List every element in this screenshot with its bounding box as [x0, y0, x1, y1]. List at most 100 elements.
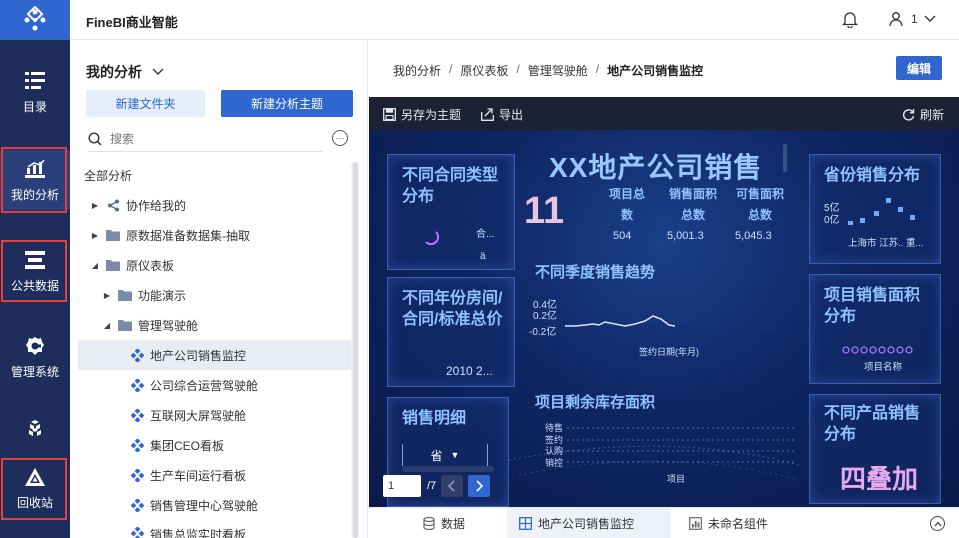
tree-item-label: 销售管理中心驾驶舱: [150, 498, 259, 513]
table-header-province[interactable]: 省 ▼: [402, 444, 488, 466]
breadcrumb-separator: /: [595, 62, 600, 76]
overlay-text: 四叠加: [840, 464, 919, 494]
save-as-subject-button[interactable]: 另存为主题: [383, 106, 461, 123]
axis-years: 2010 2...: [446, 364, 493, 378]
tree-item[interactable]: ▶ 协作给我的: [78, 190, 351, 220]
database-icon: [423, 517, 435, 530]
x-tick-labels: 上海市 江苏.. 重...: [848, 238, 924, 249]
nav-item-cube[interactable]: [0, 402, 70, 462]
kpi-big-number: 11: [524, 190, 565, 232]
tree-item[interactable]: 公司综合运营驾驶舱: [78, 370, 351, 400]
tree-item-label: 销售总监实时看板: [150, 528, 247, 538]
nav-label: 目录: [22, 99, 47, 114]
widget-project-area[interactable]: 项目销售面积分布 项目名称: [809, 274, 941, 384]
page-total: /7: [427, 480, 437, 492]
chart-icon: [689, 517, 702, 530]
dashboard-diamond-icon: [130, 526, 144, 538]
export-button[interactable]: 导出: [481, 106, 523, 123]
widget-contract-type[interactable]: 不同合同类型分布 合... ä: [387, 154, 515, 270]
page-navigator: 1 /7: [383, 475, 491, 497]
new-subject-button[interactable]: 新建分析主题: [221, 90, 353, 117]
tree-root[interactable]: 全部分析: [84, 167, 132, 184]
widget-province[interactable]: 省份销售分布 5亿 0亿 上海市 江苏.. 重...: [809, 154, 941, 264]
tree-item[interactable]: ▶ 原数据准备数据集-抽取: [78, 220, 351, 250]
bell-icon[interactable]: [841, 11, 859, 31]
analysis-tree: ▶ 协作给我的 ▶ 原数据准备数据集-抽取 ◢ 原仪表板 ▶ 功能演示 ◢ 管理…: [78, 190, 351, 538]
tree-item-label: 集团CEO看板: [150, 438, 225, 453]
tree-item-selected[interactable]: 地产公司销售监控: [78, 340, 351, 370]
user-menu[interactable]: 1: [888, 11, 936, 27]
export-icon: [481, 108, 494, 121]
tree-item[interactable]: 生产车间运行看板: [78, 460, 351, 490]
tree-item-label: 原数据准备数据集-抽取: [126, 228, 250, 243]
search-icon: [88, 131, 102, 146]
widget-scrollbar[interactable]: [402, 466, 494, 472]
cube-icon: [24, 418, 46, 440]
more-options-icon[interactable]: ···: [332, 130, 348, 146]
widget-title: 销售明细: [402, 410, 467, 427]
kpi-value: 5,001.3: [667, 230, 704, 242]
next-page-button[interactable]: [468, 475, 491, 497]
refresh-button[interactable]: 刷新: [902, 106, 944, 123]
widget-title: 项目销售面积分布: [824, 287, 921, 325]
breadcrumb-bar: 我的分析 / 原仪表板 / 管理驾驶舱 / 地产公司销售监控 编辑: [369, 40, 959, 97]
tab-data[interactable]: 数据: [415, 508, 473, 538]
nav-item-catalog[interactable]: 目录: [0, 62, 70, 122]
tab-dashboard[interactable]: 地产公司销售监控: [507, 508, 671, 538]
folder-icon: [118, 318, 132, 332]
widget-title: 不同季度销售趋势: [535, 264, 656, 281]
caret-down-icon[interactable]: ◢: [90, 261, 100, 270]
panel-title-label: 我的分析: [86, 64, 142, 80]
dashboard-canvas: 不同合同类型分布 合... ä 不同年份房间/合同/标准总价 2010 2...…: [369, 130, 959, 507]
dashboard-diamond-icon: [130, 498, 144, 512]
tree-item[interactable]: ◢ 管理驾驶舱: [78, 310, 351, 340]
caret-right-icon[interactable]: ▶: [90, 201, 100, 210]
collapse-up-icon[interactable]: [930, 516, 945, 531]
caret-right-icon[interactable]: ▶: [90, 231, 100, 240]
tree-item[interactable]: 销售管理中心驾驶舱: [78, 490, 351, 520]
save-icon: [383, 108, 396, 121]
prev-page-button[interactable]: [441, 475, 464, 497]
dashboard-diamond-icon: [130, 468, 144, 482]
y-tick-label: 0亿: [824, 215, 840, 226]
x-axis-label: 项目: [667, 474, 686, 484]
x-axis-label: 项目名称: [864, 362, 903, 373]
directory-panel: 我的分析 新建文件夹 新建分析主题 ··· 全部分析 ▶ 协作给我的 ▶ 原数据…: [70, 40, 368, 538]
breadcrumb-item[interactable]: 管理驾驶舱: [528, 62, 588, 79]
save-as-label: 另存为主题: [401, 108, 462, 122]
search-input[interactable]: [110, 131, 300, 146]
tree-item[interactable]: ▶ 功能演示: [78, 280, 351, 310]
logo[interactable]: [0, 0, 70, 40]
widget-title: 不同年份房间/合同/标准总价: [402, 290, 503, 328]
folder-icon: [106, 258, 120, 272]
tab-label: 地产公司销售监控: [538, 517, 635, 531]
tree-scrollbar-thumb[interactable]: [353, 162, 358, 538]
title-scrollbar[interactable]: [783, 144, 787, 172]
caret-down-icon[interactable]: ◢: [102, 321, 112, 330]
tree-item-label: 公司综合运营驾驶舱: [150, 378, 259, 393]
page-input[interactable]: 1: [383, 475, 421, 497]
dashboard-diamond-icon: [130, 378, 144, 392]
panel-title[interactable]: 我的分析: [86, 62, 164, 82]
dashboard-diamond-icon: [130, 348, 144, 362]
widget-product[interactable]: 不同产品销售分布 四叠加: [809, 394, 941, 504]
highlight-box-public-data: [1, 240, 67, 302]
new-folder-button[interactable]: 新建文件夹: [86, 90, 205, 117]
tree-item[interactable]: ◢ 原仪表板: [78, 250, 351, 280]
breadcrumb-item[interactable]: 我的分析: [393, 62, 441, 79]
dashboard-icon: [519, 517, 532, 530]
share-icon: [106, 198, 120, 212]
breadcrumb-item[interactable]: 原仪表板: [460, 62, 508, 79]
caret-right-icon[interactable]: ▶: [102, 291, 112, 300]
kpi-head: 可售面积总数: [735, 187, 784, 222]
edit-button[interactable]: 编辑: [896, 56, 942, 80]
nav-item-admin[interactable]: 管理系统: [0, 327, 70, 387]
chevron-down-icon: [924, 15, 936, 22]
tab-unnamed-component[interactable]: 未命名组件: [681, 508, 776, 538]
highlight-box-my-analysis: [1, 147, 67, 213]
bottom-tab-bar: 数据 地产公司销售监控 未命名组件: [369, 507, 959, 538]
widget-year-price[interactable]: 不同年份房间/合同/标准总价 2010 2...: [387, 277, 515, 387]
tree-item[interactable]: 集团CEO看板: [78, 430, 351, 460]
tree-item[interactable]: 互联网大屏驾驶舱: [78, 400, 351, 430]
tree-item[interactable]: 销售总监实时看板: [78, 520, 351, 538]
